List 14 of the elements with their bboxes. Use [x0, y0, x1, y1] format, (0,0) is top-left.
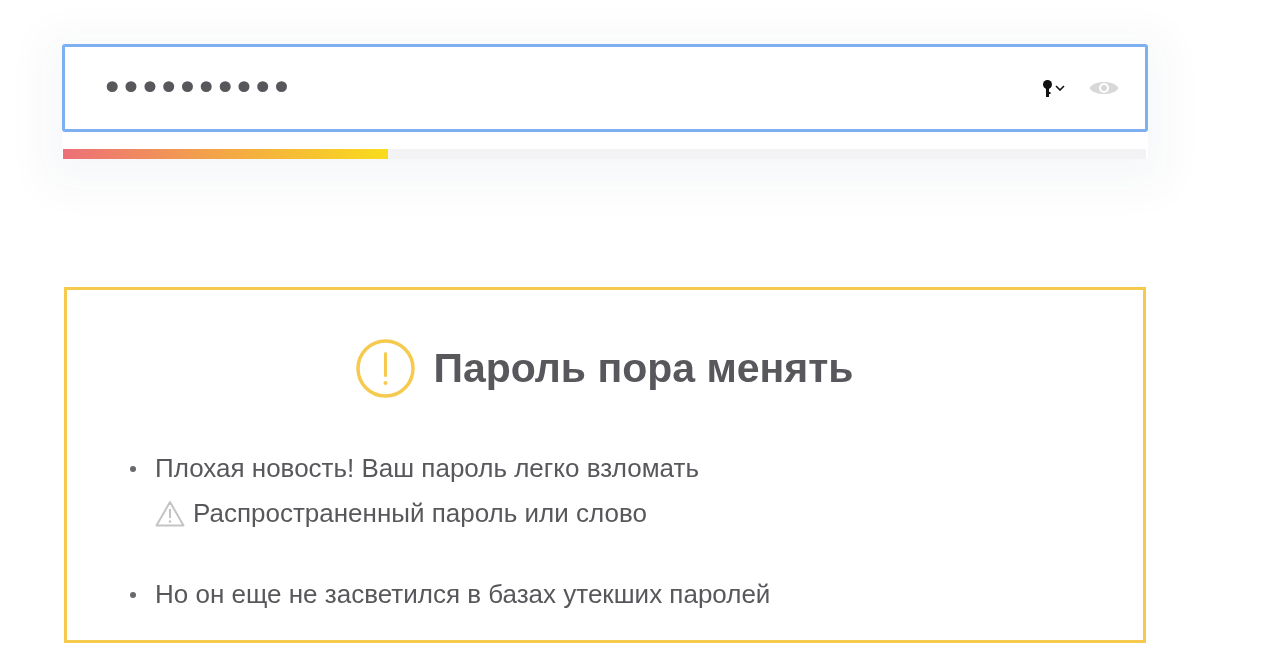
caret-icon — [1055, 85, 1065, 91]
masked-password: •••••••••• — [101, 69, 291, 107]
eye-icon — [1089, 79, 1119, 97]
key-dropdown-button[interactable] — [1043, 79, 1065, 97]
exclamation-circle-icon — [356, 338, 416, 398]
warning-triangle-icon — [155, 500, 185, 527]
key-icon — [1043, 79, 1052, 97]
warning-text: Но он еще не засветился в базах утекших паролей — [155, 579, 771, 610]
warning-title: Пароль пора менять — [433, 344, 854, 392]
password-field[interactable]: •••••••••• — [62, 44, 1148, 132]
warning-text: Плохая новость! Ваш пароль легко взломать — [155, 453, 699, 484]
bullet-icon — [130, 465, 136, 472]
warning-note: Распространенный пароль или слово — [193, 498, 647, 529]
bullet-icon — [130, 591, 136, 598]
